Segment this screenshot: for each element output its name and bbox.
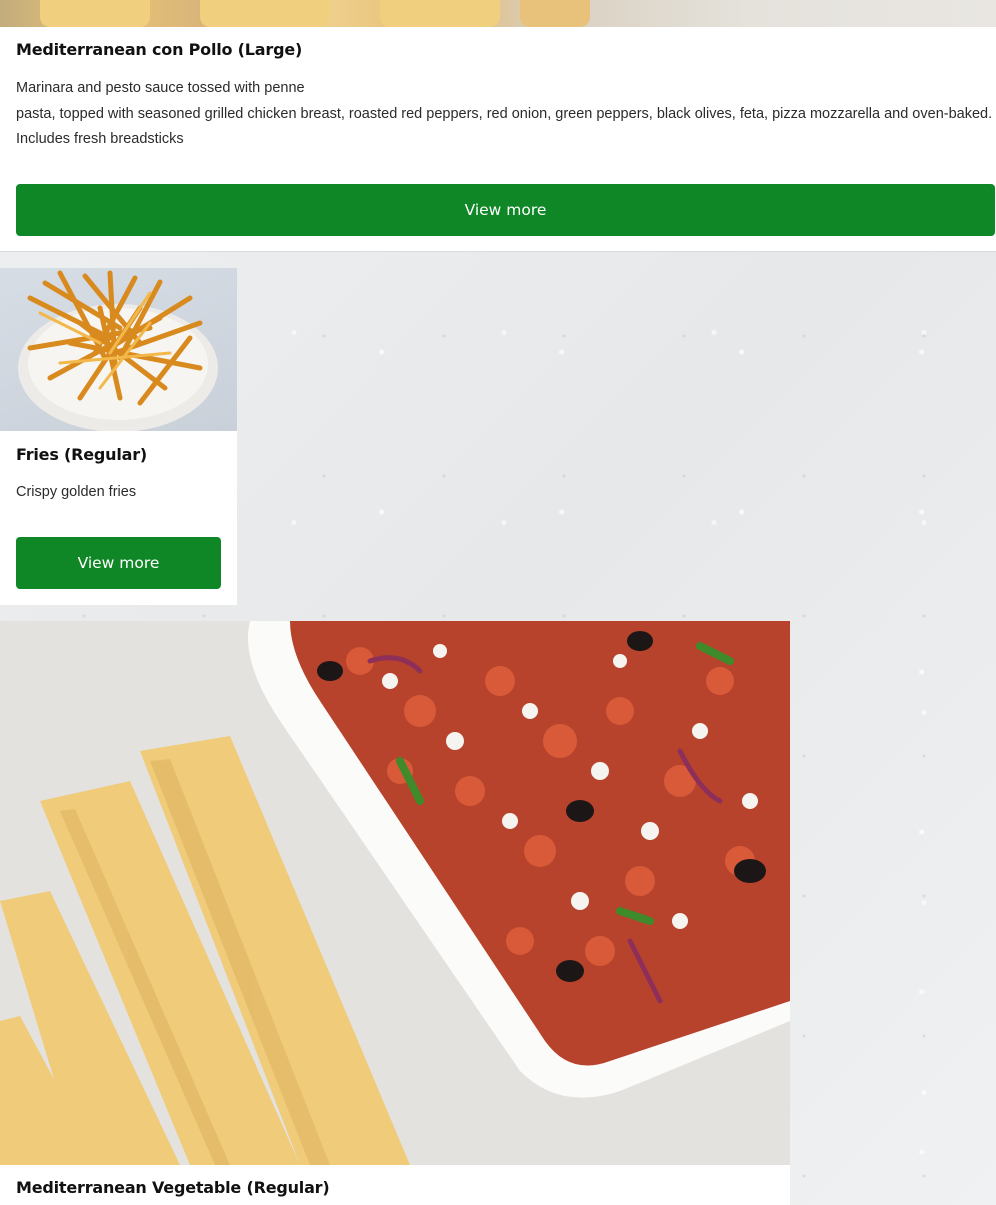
menu-item-title: Mediterranean con Pollo (Large)	[16, 40, 303, 59]
menu-item-card: Mediterranean Vegetable (Regular)	[0, 621, 790, 1205]
menu-item-image[interactable]	[0, 621, 790, 1165]
menu-item-description: Crispy golden fries	[16, 484, 137, 500]
view-more-button[interactable]: View more	[16, 184, 995, 236]
menu-item-title: Mediterranean Vegetable (Regular)	[16, 1178, 330, 1197]
menu-item-description: Marinara and pesto sauce tossed with pen…	[16, 76, 994, 153]
menu-item-image[interactable]	[0, 268, 237, 431]
view-more-button[interactable]: View more	[16, 537, 221, 589]
menu-item-card: Mediterranean con Pollo (Large) Marinara…	[0, 0, 996, 252]
menu-item-image[interactable]	[0, 0, 996, 27]
menu-item-description-line: pasta, topped with seasoned grilled chic…	[16, 105, 993, 148]
pasta-breadsticks-image	[0, 621, 790, 1165]
fries-image	[18, 270, 218, 431]
menu-item-card: Fries (Regular) Crispy golden fries View…	[0, 268, 237, 605]
menu-item-title: Fries (Regular)	[16, 445, 148, 464]
menu-item-description-line: Marinara and pesto sauce tossed with pen…	[16, 80, 305, 96]
